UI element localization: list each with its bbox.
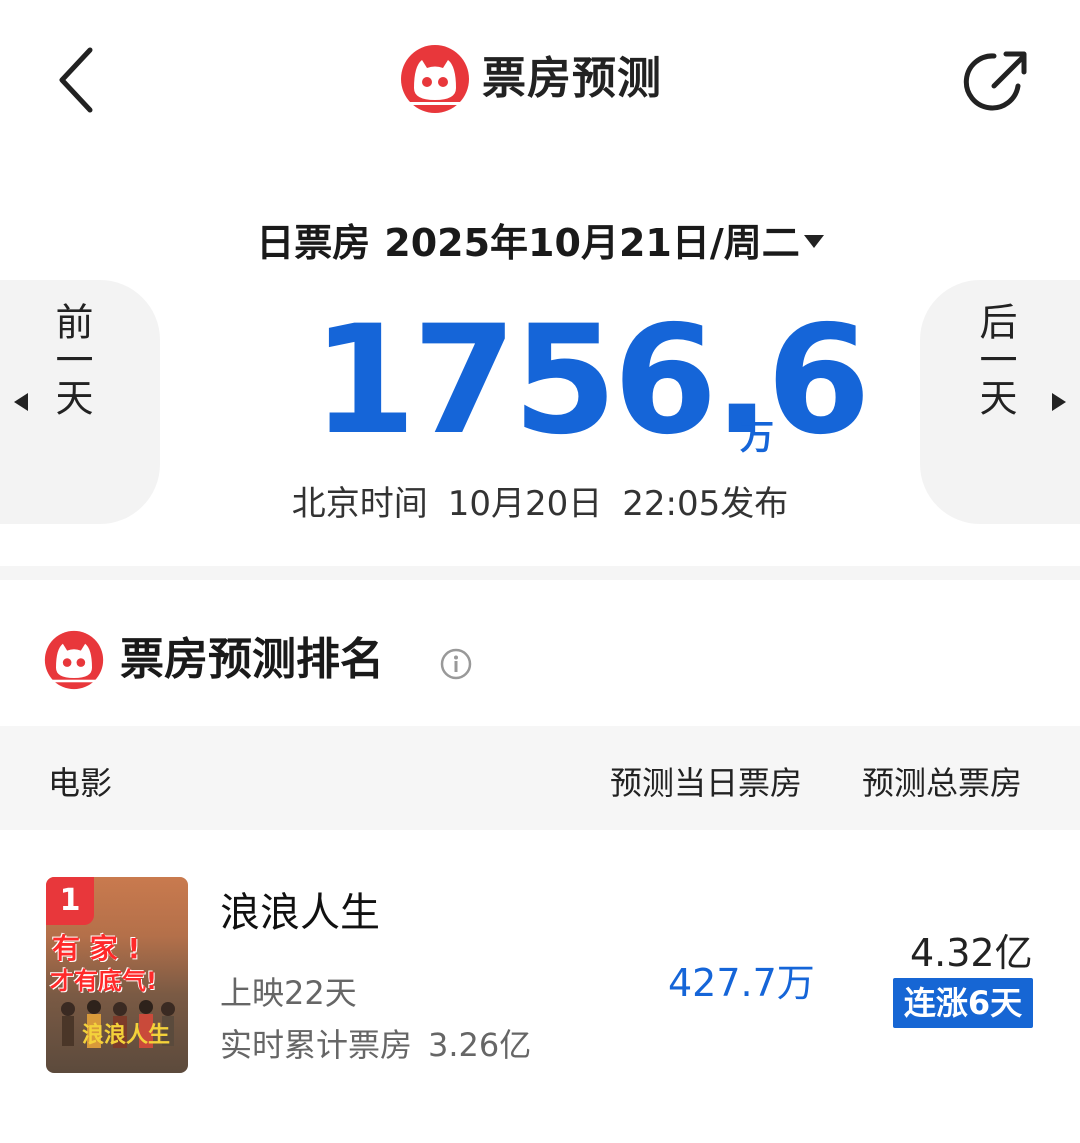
column-header-total: 预测总票房 [862, 764, 1023, 802]
publish-clock: 22:05发布 [622, 484, 789, 524]
publish-date: 10月20日 [447, 484, 603, 524]
ranking-title: 票房预测排名 [120, 634, 384, 685]
predicted-total-value: 4.32亿 [910, 931, 1033, 975]
info-icon[interactable] [440, 648, 472, 680]
poster-title-logo: 浪浪人生 [82, 1023, 171, 1048]
column-header-today: 预测当日票房 [610, 764, 803, 802]
arrow-left-icon [14, 393, 28, 411]
movie-poster[interactable]: 1 有 家 ! 才有底气! 浪浪人生 [46, 877, 188, 1073]
caret-down-icon [803, 235, 824, 248]
poster-text: 才有底气! [50, 967, 157, 995]
date-selector[interactable]: 日票房 2025年10月21日/周二 [0, 212, 1080, 267]
back-button[interactable] [52, 42, 112, 118]
page-title: 票房预测 [482, 53, 662, 104]
movie-title[interactable]: 浪浪人生 [220, 880, 380, 938]
predicted-today-value: 427.7万 [668, 961, 815, 1005]
table-header: 电影 预测当日票房 预测总票房 [0, 726, 1080, 830]
movie-cumulative: 实时累计票房 3.26亿 [220, 1020, 531, 1066]
arrow-right-icon [1052, 393, 1066, 411]
chevron-left-icon [59, 47, 93, 113]
cumulative-value: 3.26亿 [428, 1026, 532, 1064]
rank-badge: 1 [46, 877, 94, 925]
publish-prefix: 北京时间 [291, 484, 428, 524]
maoyan-logo-icon [400, 44, 470, 114]
movie-release-days: 上映22天 [220, 974, 357, 1012]
streak-badge: 连涨6天 [893, 978, 1033, 1028]
section-divider [0, 566, 1080, 580]
prev-day-label: 前一天 [49, 302, 93, 416]
date-label: 日票房 [256, 221, 371, 265]
maoyan-logo-icon [44, 630, 104, 690]
share-button[interactable] [958, 42, 1038, 122]
date-value: 2025年10月21日/周二 [384, 221, 800, 265]
next-day-label: 后一天 [973, 302, 1017, 416]
cumulative-label: 实时累计票房 [220, 1026, 413, 1064]
share-icon [963, 51, 1027, 111]
daily-box-office-value: 1756.6 [312, 294, 871, 468]
publish-time: 北京时间 10月20日 22:05发布 [0, 476, 1080, 525]
column-header-movie: 电影 [48, 764, 113, 802]
daily-box-office-unit: 万 [740, 418, 774, 458]
